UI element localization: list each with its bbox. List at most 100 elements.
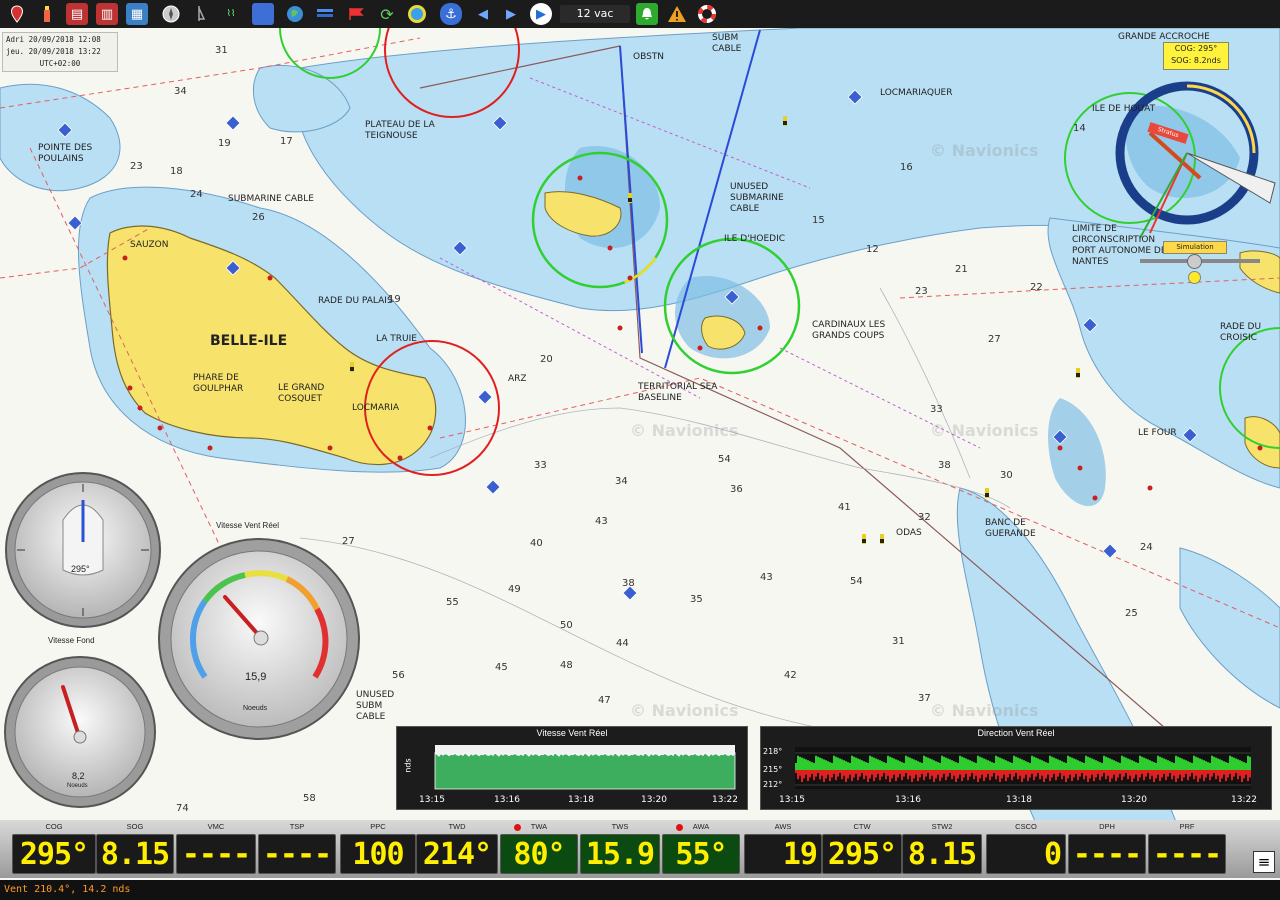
instrument-value: 0 (986, 834, 1066, 874)
ground-speed-title: Vitesse Fond (48, 636, 95, 645)
depth-sounding: 58 (303, 793, 316, 804)
depth-sounding: 43 (760, 572, 773, 583)
wind-speed-gauge[interactable]: 15,9 Noeuds (157, 537, 362, 746)
gauge-icon[interactable] (406, 3, 428, 25)
depth-sounding: 26 (252, 212, 265, 223)
mast-icon[interactable] (188, 3, 210, 25)
depth-sounding: 56 (392, 670, 405, 681)
flag-icon[interactable] (346, 3, 368, 25)
depth-sounding: 32 (918, 512, 931, 523)
bell-icon[interactable] (636, 3, 658, 25)
forward-arrow-icon[interactable]: ▶ (500, 3, 522, 25)
anchor-icon[interactable]: ⚓ (440, 3, 462, 25)
depth-sounding: 49 (508, 584, 521, 595)
instrument-value: 8.15 (902, 834, 982, 874)
chart-label: PLATEAU DE LA TEIGNOUSE (365, 120, 435, 141)
depth-sounding: 23 (130, 161, 143, 172)
depth-sounding: 45 (495, 662, 508, 673)
wind-speed-unit: nds (403, 758, 413, 773)
wind-direction-graph[interactable]: Direction Vent Réel 218° 215° 212° 13:15… (760, 726, 1272, 810)
boat-slider-knob[interactable] (1187, 254, 1202, 269)
depth-sounding: 21 (955, 264, 968, 275)
graph-x-tick: 13:15 (779, 795, 805, 805)
depth-sounding: 36 (730, 484, 743, 495)
layers-icon[interactable] (314, 3, 336, 25)
pdf-icon[interactable]: ▤ (66, 3, 88, 25)
depth-sounding: 27 (988, 334, 1001, 345)
instrument-ctw[interactable]: CTW 295° (822, 820, 902, 878)
chart-label: ARZ (508, 374, 527, 384)
depth-sounding: 38 (622, 578, 635, 589)
chart-label: SUBM CABLE (712, 33, 742, 54)
instrument-label: DPH (1099, 822, 1115, 831)
depth-sounding: 54 (850, 576, 863, 587)
chart-label: LOCMARIA (352, 403, 400, 413)
instrument-prf[interactable]: PRF ---- (1148, 820, 1226, 878)
depth-sounding: 20 (540, 354, 553, 365)
chart-label: ILE D'HOEDIC (724, 234, 786, 244)
chart-label: RADE DU PALAIS (318, 296, 393, 306)
instrument-vmc[interactable]: VMC ---- (176, 820, 256, 878)
compass-gauge[interactable]: 295° (3, 470, 163, 634)
lifebuoy-icon[interactable] (696, 3, 718, 25)
depth-sounding: 37 (918, 693, 931, 704)
depth-sounding: 14 (1073, 123, 1086, 134)
chart-label: OBSTN (633, 52, 665, 62)
panel-icon[interactable] (252, 3, 274, 25)
instrument-sog[interactable]: SOG 8.15 (96, 820, 174, 878)
depth-sounding: 31 (892, 636, 905, 647)
depth-sounding: 43 (595, 516, 608, 527)
satellite-icon[interactable]: ⌇⌇ (220, 3, 242, 25)
warning-icon[interactable] (666, 3, 688, 25)
instrument-label: VMC (207, 822, 225, 831)
instrument-value: 295° (12, 834, 96, 874)
graph-x-tick: 13:15 (419, 795, 445, 805)
marker-icon[interactable] (6, 3, 28, 25)
globe-icon[interactable] (284, 3, 306, 25)
back-arrow-icon[interactable]: ◀ (472, 3, 494, 25)
chart-label: SAUZON (130, 240, 169, 250)
wind-speed-graph[interactable]: Vitesse Vent Réel nds 13:15 13:16 13:18 … (396, 726, 748, 810)
depth-sounding: 17 (280, 136, 293, 147)
instrument-tsp[interactable]: TSP ---- (258, 820, 336, 878)
time-line: Adri 20/09/2018 12:08 (6, 35, 101, 44)
instrument-label: CTW (853, 822, 871, 831)
status-bar: Vent 210.4°, 14.2 nds (0, 880, 1280, 900)
instrument-ppc[interactable]: PPC 100 (340, 820, 416, 878)
time-info-box: Adri 20/09/2018 12:08 jeu. 20/09/2018 13… (2, 32, 118, 72)
instrument-value: ---- (258, 834, 336, 874)
instrument-value: 55° (662, 834, 740, 874)
instrument-awa[interactable]: AWA 55° (662, 820, 740, 878)
instrument-cog[interactable]: COG 295° (12, 820, 96, 878)
depth-sounding: 18 (170, 166, 183, 177)
depth-sounding: 38 (938, 460, 951, 471)
compass-icon[interactable] (160, 3, 182, 25)
instrument-aws[interactable]: AWS 19 (744, 820, 822, 878)
instrument-value: ---- (1068, 834, 1146, 874)
graph-x-tick: 13:20 (1121, 795, 1147, 805)
instrument-tws[interactable]: TWS 15.9 (580, 820, 660, 878)
instrument-csco[interactable]: CSCO 0 (986, 820, 1066, 878)
boat-position-dot (1188, 271, 1201, 284)
graph-y-tick: 215° (763, 765, 783, 774)
ground-speed-gauge[interactable]: 8,2 Noeuds (3, 655, 158, 814)
instrument-dph[interactable]: DPH ---- (1068, 820, 1146, 878)
watermark: © Navionics (630, 421, 739, 440)
boat-cog-sog-box[interactable]: COG: 295° SOG: 8.2nds (1163, 42, 1229, 70)
refresh-icon[interactable]: ⟳ (376, 3, 398, 25)
instrument-twa[interactable]: TWA 80° (500, 820, 578, 878)
chart-icon[interactable]: ▦ (126, 3, 148, 25)
chart-label: LE FOUR (1138, 428, 1177, 438)
lighthouse-icon[interactable] (36, 3, 58, 25)
hamburger-menu-icon[interactable]: ≡ (1253, 851, 1275, 873)
chart-label: PHARE DE GOULPHAR (193, 373, 244, 394)
pdf-report-icon[interactable]: ▥ (96, 3, 118, 25)
depth-sounding: 24 (190, 189, 203, 200)
chart-label: LE GRAND COSQUET (278, 383, 325, 404)
instrument-stw2[interactable]: STW2 8.15 (902, 820, 982, 878)
depth-sounding: 48 (560, 660, 573, 671)
wind-speed-gauge-title: Vitesse Vent Réel (216, 521, 280, 530)
play-icon[interactable]: ▶ (530, 3, 552, 25)
instrument-twd[interactable]: TWD 214° (416, 820, 498, 878)
instrument-label: AWS (774, 822, 792, 831)
